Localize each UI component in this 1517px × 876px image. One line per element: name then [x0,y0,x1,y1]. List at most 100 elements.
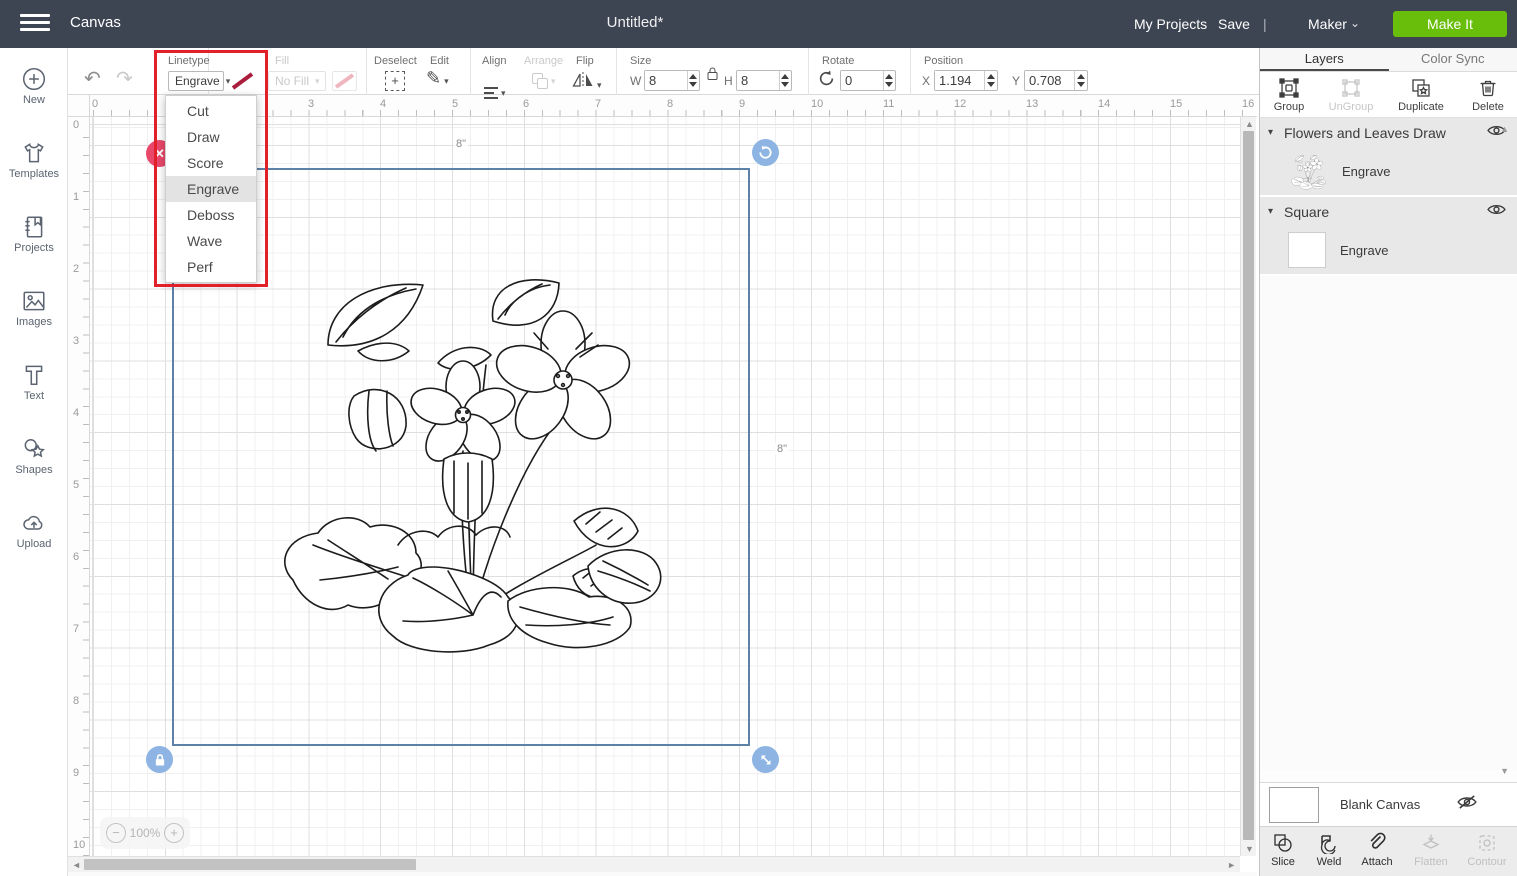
linetype-option-score[interactable]: Score [166,150,256,176]
flatten-button: Flatten [1408,832,1454,868]
sidebar-item-projects[interactable]: Projects [0,214,68,284]
sidebar-item-shapes[interactable]: Shapes [0,436,68,506]
linetype-option-deboss[interactable]: Deboss [166,202,256,228]
zoom-in-button[interactable]: + [164,823,184,843]
align-button[interactable]: ▾ [484,74,506,102]
linetype-option-perf[interactable]: Perf [166,254,256,280]
layer-group-header[interactable]: ▾ Square [1260,197,1517,226]
vertical-scroll-thumb[interactable] [1243,131,1254,840]
toolbar-divider [808,48,809,95]
width-stepper[interactable] [687,71,699,90]
edit-button[interactable]: ✎▾ [426,69,449,90]
list-scroll-up-icon[interactable]: ▲ [1500,124,1509,134]
sidebar-item-text[interactable]: Text [0,362,68,432]
blank-canvas-thumbnail[interactable] [1269,787,1319,823]
caret-down-icon[interactable]: ▾ [1268,206,1284,217]
caret-down-icon: ▾ [501,84,506,102]
y-stepper[interactable] [1074,71,1087,90]
y-position-input[interactable] [1025,71,1074,90]
weld-button[interactable]: Weld [1306,832,1352,868]
text-icon [21,362,47,388]
page-title: Canvas [70,14,121,31]
layer-group-name: Flowers and Leaves Draw [1284,125,1487,141]
size-lock-icon[interactable] [706,66,719,84]
rotate-stepper[interactable] [883,71,895,90]
height-input-box [736,70,792,91]
zoom-out-button[interactable]: − [106,823,126,843]
trash-icon [1477,77,1499,99]
machine-selector[interactable]: Maker [1308,16,1347,32]
layer-item-square-engrave[interactable]: Engrave [1260,226,1517,275]
tab-layers[interactable]: Layers [1260,48,1389,71]
height-input[interactable] [737,71,779,90]
sidebar-item-images[interactable]: Images [0,288,68,358]
caret-down-icon[interactable]: ▾ [1268,127,1284,138]
scroll-up-icon[interactable]: ▲ [1245,119,1254,129]
group-button[interactable]: Group [1261,77,1317,113]
shapes-icon [21,436,47,462]
linetype-color-swatch[interactable] [230,71,255,91]
caret-down-icon: ▾ [597,80,602,90]
tab-color-sync[interactable]: Color Sync [1389,48,1517,71]
my-projects-link[interactable]: My Projects [1134,16,1207,32]
layer-thumbnail [1288,232,1326,268]
scroll-right-icon[interactable]: ► [1227,860,1236,870]
eye-off-icon[interactable] [1457,795,1477,814]
vertical-scrollbar[interactable]: ▲ ▼ [1240,117,1256,856]
chevron-down-icon[interactable]: ⌄ [1350,16,1360,30]
lock-selection-handle[interactable] [146,746,173,773]
caret-down-icon: ▾ [444,76,449,86]
rotate-selection-handle[interactable] [752,139,779,166]
layer-group-name: Square [1284,204,1487,220]
menu-icon[interactable] [20,14,50,34]
x-position-input[interactable] [935,71,984,90]
sidebar-item-templates[interactable]: Templates [0,140,68,210]
upload-cloud-icon [21,510,47,536]
linetype-option-cut[interactable]: Cut [166,98,256,124]
bottom-tools: Slice Weld Attach Flatten Contour [1260,826,1517,876]
lock-icon [154,753,166,767]
redo-icon[interactable]: ↷ [116,70,133,88]
linetype-select[interactable]: Engrave ▾ [168,71,224,91]
attach-button[interactable]: Attach [1354,832,1400,868]
width-label: W [630,74,641,88]
height-stepper[interactable] [779,71,791,90]
linetype-dropdown-menu: Cut Draw Score Engrave Deboss Wave Perf [165,95,257,283]
arrange-button: ▾ [532,72,556,92]
deselect-button[interactable]: + [385,71,405,91]
layer-item-flowers-engrave[interactable]: Engrave [1260,147,1517,196]
layers-list: ▾ Flowers and Leaves Draw Engrave ▾ Squa… [1260,118,1517,770]
selection-height-label: 8" [775,443,789,455]
save-button[interactable]: Save [1218,16,1250,32]
sidebar-item-upload[interactable]: Upload [0,510,68,580]
horizontal-scroll-thumb[interactable] [84,859,416,870]
blank-canvas-label: Blank Canvas [1340,797,1420,812]
delete-button[interactable]: Delete [1460,77,1516,113]
fill-select: No Fill ▾ [268,71,326,91]
flip-button[interactable]: ▾ [572,72,602,94]
horizontal-scrollbar[interactable]: ◄ ► [68,856,1240,872]
list-scroll-down-icon[interactable]: ▼ [1500,766,1509,776]
linetype-option-wave[interactable]: Wave [166,228,256,254]
layer-group-header[interactable]: ▾ Flowers and Leaves Draw [1260,118,1517,147]
x-stepper[interactable] [984,71,997,90]
scroll-down-icon[interactable]: ▼ [1245,844,1254,854]
document-title[interactable]: Untitled* [575,14,695,31]
layer-group-flowers: ▾ Flowers and Leaves Draw Engrave [1260,118,1517,197]
duplicate-button[interactable]: Duplicate [1393,77,1449,113]
rotate-button[interactable] [818,70,835,90]
scroll-left-icon[interactable]: ◄ [72,860,81,870]
sidebar-item-new[interactable]: New [0,66,68,136]
linetype-option-engrave[interactable]: Engrave [166,176,256,202]
resize-icon [759,753,773,767]
make-it-button[interactable]: Make It [1393,11,1507,37]
slice-button[interactable]: Slice [1260,832,1306,868]
selection-bounding-box[interactable] [172,168,750,746]
undo-icon[interactable]: ↶ [84,70,101,88]
resize-selection-handle[interactable] [752,746,779,773]
rotate-input[interactable] [841,71,883,90]
linetype-option-draw[interactable]: Draw [166,124,256,150]
zoom-level: 100% [130,826,161,840]
eye-icon[interactable] [1487,203,1507,221]
width-input[interactable] [645,71,687,90]
